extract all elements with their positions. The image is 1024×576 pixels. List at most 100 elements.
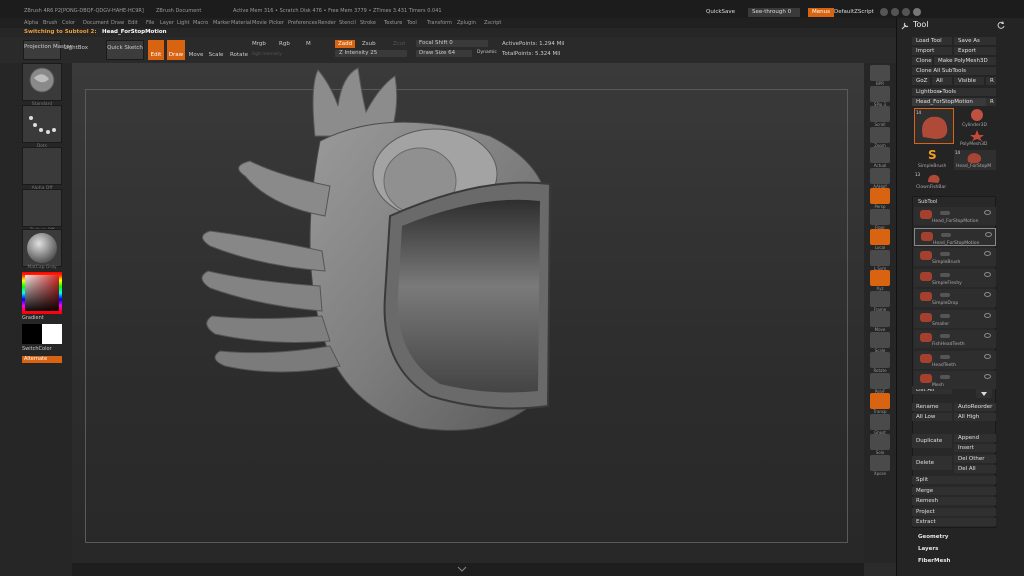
frame-button[interactable] <box>870 290 890 307</box>
eye-icon[interactable] <box>984 333 991 338</box>
brush-thumbnail[interactable] <box>22 63 62 101</box>
edit-button[interactable]: Edit <box>148 40 164 60</box>
auto-reorder-button[interactable]: AutoReorder <box>954 403 996 411</box>
lightbox-tools-button[interactable]: Lightbox▸Tools <box>912 88 996 96</box>
fibermesh-section[interactable]: FiberMesh <box>918 558 950 564</box>
subtool-visibility-toggle[interactable] <box>940 272 950 277</box>
minimize-icon[interactable] <box>880 8 888 16</box>
eye-icon[interactable] <box>984 374 991 379</box>
tool-thumb-polymesh[interactable] <box>958 129 996 143</box>
ghost-button[interactable] <box>870 413 890 430</box>
goz-button[interactable]: GoZ <box>912 77 930 85</box>
subtool-item[interactable]: Mesh <box>914 371 996 389</box>
window-controls[interactable] <box>880 8 921 16</box>
subtool-section-title[interactable]: SubTool <box>918 199 937 205</box>
subtool-item[interactable]: Head_ForStopMotion <box>914 227 996 246</box>
extract-menu[interactable]: Extract <box>912 518 996 526</box>
dynamic-button[interactable]: Dynamic <box>477 50 497 55</box>
goz-all-button[interactable]: All <box>932 77 952 85</box>
aahalf-button[interactable] <box>870 167 890 184</box>
eye-icon[interactable] <box>984 251 991 256</box>
main-color-swatch[interactable] <box>42 324 62 344</box>
focal-shift-slider[interactable]: Focal Shift 0 <box>416 40 488 47</box>
subtool-item[interactable]: Smaller <box>914 309 996 328</box>
zoom-button[interactable] <box>870 126 890 143</box>
menu-item-stencil[interactable]: Stencil <box>339 20 356 26</box>
zsub-button[interactable]: Zsub <box>362 41 376 47</box>
menu-item-stroke[interactable]: Stroke <box>360 20 376 26</box>
subtool-item[interactable]: Head_ForStopMotion <box>914 207 996 225</box>
menu-item-preferences[interactable]: Preferences <box>288 20 317 26</box>
del-other-button[interactable]: Del Other <box>954 455 996 463</box>
fish-head-sculpt[interactable] <box>190 66 570 438</box>
goz-r-button[interactable]: R <box>986 77 996 85</box>
goz-visible-button[interactable]: Visible <box>954 77 984 85</box>
tool-thumb-simplebrush[interactable]: S SimpleBrush <box>914 148 954 172</box>
local-button[interactable] <box>870 229 890 245</box>
menu-item-movie[interactable]: Movie <box>252 20 267 26</box>
current-tool-slider[interactable]: Head_ForStopMotion <box>912 98 986 106</box>
project-menu[interactable]: Project <box>912 508 996 516</box>
subtool-visibility-toggle[interactable] <box>940 375 950 379</box>
all-low-button[interactable]: All Low <box>912 413 952 421</box>
del-all-button[interactable]: Del All <box>954 465 996 473</box>
subtool-visibility-toggle[interactable] <box>940 252 950 256</box>
zcut-button[interactable]: Zcut <box>393 41 405 47</box>
rotate-button[interactable]: Rotate <box>228 40 250 60</box>
make-polymesh-button[interactable]: Make PolyMesh3D <box>934 57 996 65</box>
save-as-button[interactable]: Save As <box>954 37 996 45</box>
import-button[interactable]: Import <box>912 47 952 55</box>
draw-size-slider[interactable]: Draw Size 64 <box>416 50 472 57</box>
l-sym-button[interactable] <box>870 249 890 266</box>
hue-ring[interactable] <box>22 272 62 314</box>
menu-item-tool[interactable]: Tool <box>407 20 417 26</box>
close-icon[interactable] <box>913 8 921 16</box>
menu-item-draw[interactable]: Draw <box>111 20 124 26</box>
eye-icon[interactable] <box>984 292 991 297</box>
menu-item-macro[interactable]: Macro <box>193 20 208 26</box>
menu-item-zplugin[interactable]: Zplugin <box>457 20 476 26</box>
menu-item-file[interactable]: File <box>146 20 154 26</box>
secondary-color-swatch[interactable] <box>22 324 42 344</box>
menu-item-color[interactable]: Color <box>62 20 75 26</box>
rgb-intensity-slider[interactable]: Rgb Intensity <box>252 52 282 57</box>
see-through-slider[interactable]: See-through 0 <box>748 8 800 17</box>
menu-item-light[interactable]: Light <box>177 20 189 26</box>
mrgb-button[interactable]: Mrgb <box>252 41 266 47</box>
xpose-button[interactable] <box>870 454 890 471</box>
draw-button[interactable]: Draw <box>167 40 185 60</box>
eye-icon[interactable] <box>984 210 991 215</box>
export-button[interactable]: Export <box>954 47 996 55</box>
subtool-item[interactable]: FishHeadTeeth <box>914 330 996 348</box>
subtool-visibility-toggle[interactable] <box>940 293 950 297</box>
subtool-item[interactable]: SimpleDrop <box>914 289 996 307</box>
quicksave-button[interactable]: QuickSave <box>702 8 739 17</box>
menu-item-marker[interactable]: Marker <box>213 20 230 26</box>
eye-icon[interactable] <box>984 312 991 318</box>
delete-button[interactable]: Delete <box>912 456 952 470</box>
merge-menu[interactable]: Merge <box>912 487 996 495</box>
transp-button[interactable] <box>870 393 890 409</box>
eye-icon[interactable] <box>985 231 992 237</box>
alternate-button[interactable]: Alternate <box>22 356 62 363</box>
current-tool-r-button[interactable]: R <box>986 98 996 106</box>
clone-all-subtools-button[interactable]: Clone All SubTools <box>912 67 996 75</box>
menu-item-edit[interactable]: Edit <box>128 20 138 26</box>
texture-thumbnail[interactable] <box>22 189 62 227</box>
scale-button[interactable]: Scale <box>207 40 225 60</box>
scroll-button[interactable] <box>870 106 890 122</box>
menu-item-brush[interactable]: Brush <box>43 20 57 26</box>
spix-3-button[interactable] <box>870 85 890 102</box>
gradient-label[interactable]: Gradient <box>22 315 44 321</box>
m-button[interactable]: M <box>306 41 311 47</box>
palette-title[interactable]: Tool <box>913 20 929 29</box>
menu-item-material[interactable]: Material <box>231 20 251 26</box>
duplicate-button[interactable]: Duplicate <box>912 434 952 448</box>
eye-icon[interactable] <box>984 271 991 277</box>
maximize-icon[interactable] <box>891 8 899 16</box>
projection-master-button[interactable]: Projection Master <box>23 40 72 60</box>
menu-item-zscript[interactable]: Zscript <box>484 20 501 26</box>
expand-tray-icon[interactable] <box>456 565 468 573</box>
all-high-button[interactable]: All High <box>954 413 996 421</box>
solo-button[interactable] <box>870 434 890 450</box>
